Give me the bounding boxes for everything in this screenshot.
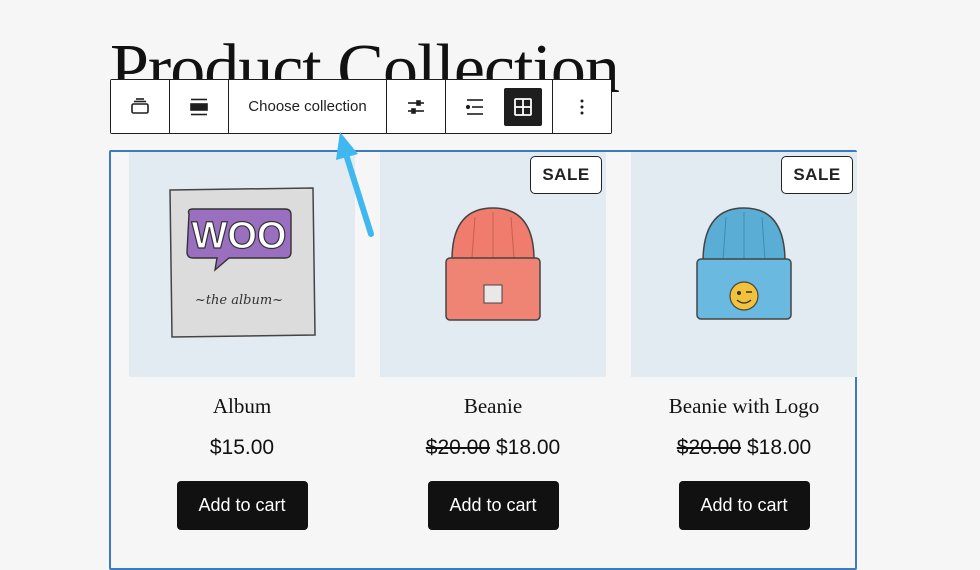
- add-to-cart-button[interactable]: Add to cart: [427, 481, 559, 530]
- current-price: $15.00: [209, 436, 275, 459]
- add-to-cart-button[interactable]: Add to cart: [176, 481, 308, 530]
- more-options-button[interactable]: [553, 80, 611, 133]
- list-view-button[interactable]: [446, 80, 504, 133]
- original-price: $20.00: [676, 436, 741, 459]
- product-name[interactable]: Beanie: [380, 391, 606, 421]
- product-image-beanie[interactable]: SALE: [380, 152, 606, 377]
- toolbar-group-block: [111, 80, 170, 133]
- toolbar-group-align: [170, 80, 229, 133]
- block-type-button[interactable]: [111, 80, 169, 133]
- sale-badge: SALE: [781, 156, 853, 194]
- product-collection-block[interactable]: WOO ~the album~ Album $15.00 Add to cart…: [109, 150, 857, 570]
- product-name[interactable]: Album: [129, 391, 355, 421]
- svg-text:WOO: WOO: [192, 215, 287, 257]
- align-icon: [190, 98, 208, 115]
- more-options-icon: [580, 99, 584, 114]
- sale-badge: SALE: [530, 156, 602, 194]
- align-button[interactable]: [170, 80, 228, 133]
- list-view-icon: [465, 98, 483, 115]
- product-card-beanie: SALE Beanie $20.00 $18.00 Add to cart: [380, 152, 606, 530]
- toolbar-group-more: [553, 80, 611, 133]
- product-price: $20.00 $18.00: [631, 433, 857, 463]
- product-image-beanie-with-logo[interactable]: SALE: [631, 152, 857, 377]
- svg-text:~the album~: ~the album~: [195, 293, 283, 308]
- grid-view-icon: [514, 97, 532, 116]
- original-price: $20.00: [425, 436, 490, 459]
- product-card-album: WOO ~the album~ Album $15.00 Add to cart: [129, 152, 355, 530]
- product-image-album[interactable]: WOO ~the album~: [129, 152, 355, 377]
- settings-sliders-icon: [408, 99, 424, 114]
- toolbar-group-settings: [387, 80, 446, 133]
- sale-price: $18.00: [496, 436, 561, 459]
- product-price: $20.00 $18.00: [380, 433, 606, 463]
- annotation-arrow-icon: [336, 132, 374, 237]
- product-name[interactable]: Beanie with Logo: [631, 391, 857, 421]
- product-price: $15.00: [129, 433, 355, 463]
- grid-view-button[interactable]: [504, 87, 542, 126]
- settings-button[interactable]: [387, 80, 445, 133]
- woo-album-image: WOO ~the album~: [169, 187, 316, 338]
- add-to-cart-button[interactable]: Add to cart: [678, 481, 810, 530]
- product-card-beanie-with-logo: SALE Beanie with Logo $20.00 $18.00 Add t…: [631, 152, 857, 530]
- toolbar-group-layout: [446, 80, 553, 133]
- product-collection-block-icon: [131, 97, 149, 114]
- sale-price: $18.00: [747, 436, 812, 459]
